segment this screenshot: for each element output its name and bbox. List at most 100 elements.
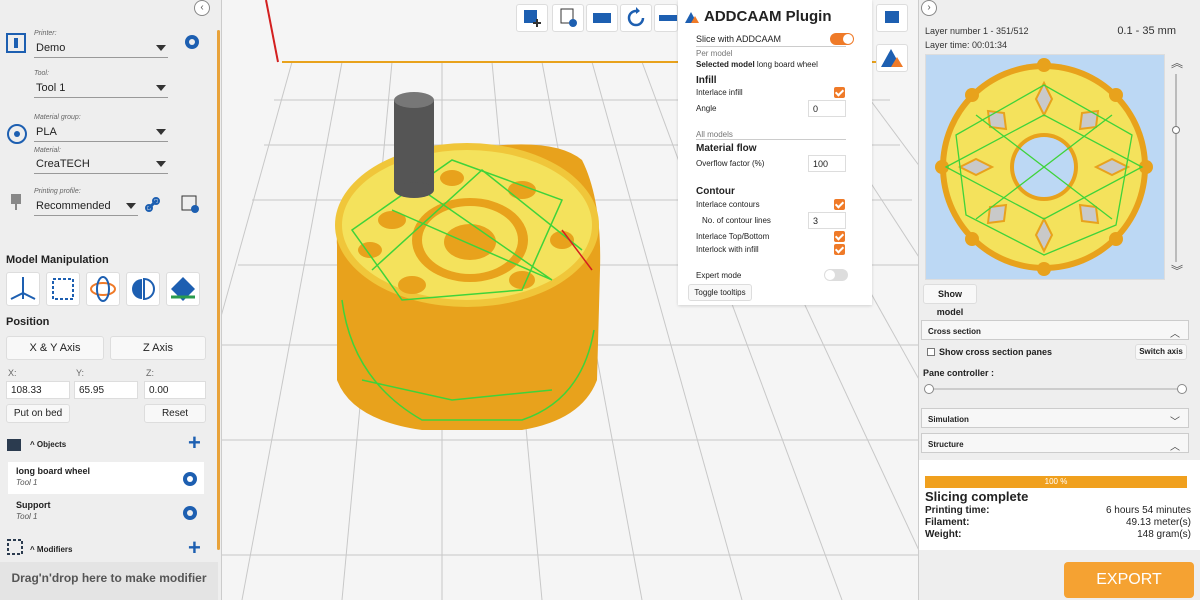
modifiers-heading[interactable]: ^ Modifiers: [30, 545, 72, 554]
add-object-icon[interactable]: +: [188, 432, 201, 454]
object-settings-gear-icon[interactable]: [182, 505, 198, 521]
export-button[interactable]: EXPORT: [1064, 562, 1194, 598]
material-flow-heading: Material flow: [696, 143, 757, 154]
show-model-button[interactable]: Show model: [923, 284, 977, 317]
interlock-infill-checkbox[interactable]: [834, 244, 845, 255]
collapse-right-icon[interactable]: ›: [921, 0, 937, 16]
modifiers-title: Modifiers: [36, 545, 73, 554]
scale-tool-button[interactable]: [46, 272, 80, 306]
reset-button[interactable]: Reset: [144, 404, 206, 423]
camera-view-button[interactable]: [586, 4, 618, 32]
object-tool: Tool 1: [16, 478, 38, 487]
interlace-infill-checkbox[interactable]: [834, 87, 845, 98]
material-dropdown[interactable]: CreaTECH: [34, 154, 168, 174]
objects-heading[interactable]: ^ Objects: [30, 440, 66, 449]
structure-accordion[interactable]: Structure ︿: [921, 433, 1189, 453]
tool-dropdown[interactable]: Tool 1: [34, 78, 168, 98]
overflow-factor-label: Overflow factor (%): [696, 159, 765, 168]
z-input[interactable]: 0.00: [144, 381, 206, 399]
mirror-tool-button[interactable]: [126, 272, 160, 306]
overflow-factor-input[interactable]: 100: [808, 155, 846, 172]
y-label: Y:: [76, 368, 85, 378]
layer-slider-handle[interactable]: [1172, 126, 1180, 134]
x-input[interactable]: 108.33: [6, 381, 70, 399]
toggle-tooltips-button[interactable]: Toggle tooltips: [688, 284, 752, 301]
left-scrollbar[interactable]: [217, 30, 220, 550]
all-models-label: All models: [696, 130, 733, 139]
material-group-dropdown[interactable]: PLA: [34, 122, 168, 142]
layer-number: Layer number 1 - 351/512: [925, 26, 1029, 36]
position-title: Position: [6, 316, 50, 328]
lay-flat-icon: [171, 277, 195, 301]
material-group-value: PLA: [36, 126, 57, 138]
object-list-item[interactable]: Support Tool 1: [8, 496, 204, 528]
measure-button[interactable]: [654, 4, 678, 32]
layer-preview[interactable]: [925, 54, 1165, 280]
grid-gear-icon: [560, 8, 577, 27]
addcaam-tab-button[interactable]: [876, 44, 908, 72]
x-label: X:: [8, 368, 17, 378]
addcaam-logo-icon: [685, 12, 699, 23]
slice-with-toggle[interactable]: [830, 33, 854, 45]
printer-icon: [6, 33, 26, 53]
layer-down-icon[interactable]: ︾: [1171, 262, 1183, 279]
contour-heading: Contour: [696, 186, 735, 197]
printing-profile-dropdown[interactable]: Recommended: [34, 196, 138, 216]
wheel-model: [335, 143, 601, 430]
pane-controller-track[interactable]: [929, 388, 1183, 390]
interlace-infill-label: Interlace infill: [696, 88, 743, 97]
printing-time-value: 6 hours 54 minutes: [1105, 505, 1191, 516]
object-name: Support: [16, 500, 51, 510]
material-group-label: Material group:: [34, 114, 81, 121]
chevron-down-icon: [156, 45, 166, 51]
interlock-infill-label: Interlock with infill: [696, 245, 759, 254]
cross-section-accordion[interactable]: Cross section ︿: [921, 320, 1189, 340]
plugin-tool-button[interactable]: [876, 4, 908, 32]
tool-label: Tool:: [34, 70, 49, 77]
expert-mode-toggle[interactable]: [824, 269, 848, 281]
layer-up-icon[interactable]: ︽: [1171, 54, 1183, 71]
printing-profile-icon: [11, 194, 21, 210]
interlace-top-bottom-checkbox[interactable]: [834, 231, 845, 242]
chevron-down-icon: [156, 161, 166, 167]
rotate-icon: [627, 7, 645, 27]
switch-axis-button[interactable]: Switch axis: [1135, 344, 1187, 360]
contour-lines-input[interactable]: 3: [808, 212, 846, 229]
xy-axis-button[interactable]: X & Y Axis: [6, 336, 104, 360]
add-modifier-icon[interactable]: +: [188, 537, 201, 559]
pane-controller-start-handle[interactable]: [924, 384, 934, 394]
slice-progress-text: 100 %: [1044, 477, 1068, 486]
pane-controller-end-handle[interactable]: [1177, 384, 1187, 394]
left-sidebar: ‹ Printer: Demo Tool: Tool 1 Material gr…: [0, 0, 222, 600]
slice-settings-button[interactable]: [552, 4, 584, 32]
move-axes-icon: [10, 277, 36, 300]
put-on-bed-button[interactable]: Put on bed: [6, 404, 70, 423]
object-settings-gear-icon[interactable]: [182, 471, 198, 487]
modifier-drop-zone[interactable]: Drag'n'drop here to make modifier: [0, 562, 218, 600]
collapse-left-icon[interactable]: ‹: [194, 0, 210, 16]
link-icon[interactable]: [144, 196, 162, 214]
chevron-up-icon: ︿: [1170, 329, 1180, 340]
objects-title: Objects: [36, 440, 67, 449]
cross-section-panes-checkbox[interactable]: [927, 348, 935, 356]
move-tool-button[interactable]: [6, 272, 40, 306]
interlace-contours-checkbox[interactable]: [834, 199, 845, 210]
z-axis-button[interactable]: Z Axis: [110, 336, 206, 360]
printer-dropdown[interactable]: Demo: [34, 38, 168, 58]
object-list-item[interactable]: long board wheel Tool 1: [8, 462, 204, 494]
reset-view-button[interactable]: [620, 4, 652, 32]
slicing-status: Slicing complete: [925, 489, 1029, 504]
y-input[interactable]: 65.95: [74, 381, 138, 399]
scale-icon: [52, 278, 74, 300]
add-model-button[interactable]: [516, 4, 548, 32]
profile-settings-icon[interactable]: [180, 194, 200, 214]
simulation-accordion[interactable]: Simulation ﹀: [921, 408, 1189, 428]
rotate-tool-button[interactable]: [86, 272, 120, 306]
printer-settings-gear-icon[interactable]: [184, 34, 200, 50]
printing-profile-value: Recommended: [36, 200, 111, 212]
angle-input[interactable]: 0: [808, 100, 846, 117]
layer-slider-track[interactable]: [1175, 74, 1177, 262]
lay-flat-tool-button[interactable]: [166, 272, 200, 306]
object-name: long board wheel: [16, 466, 91, 476]
slice-with-label: Slice with ADDCAAM: [696, 34, 782, 44]
